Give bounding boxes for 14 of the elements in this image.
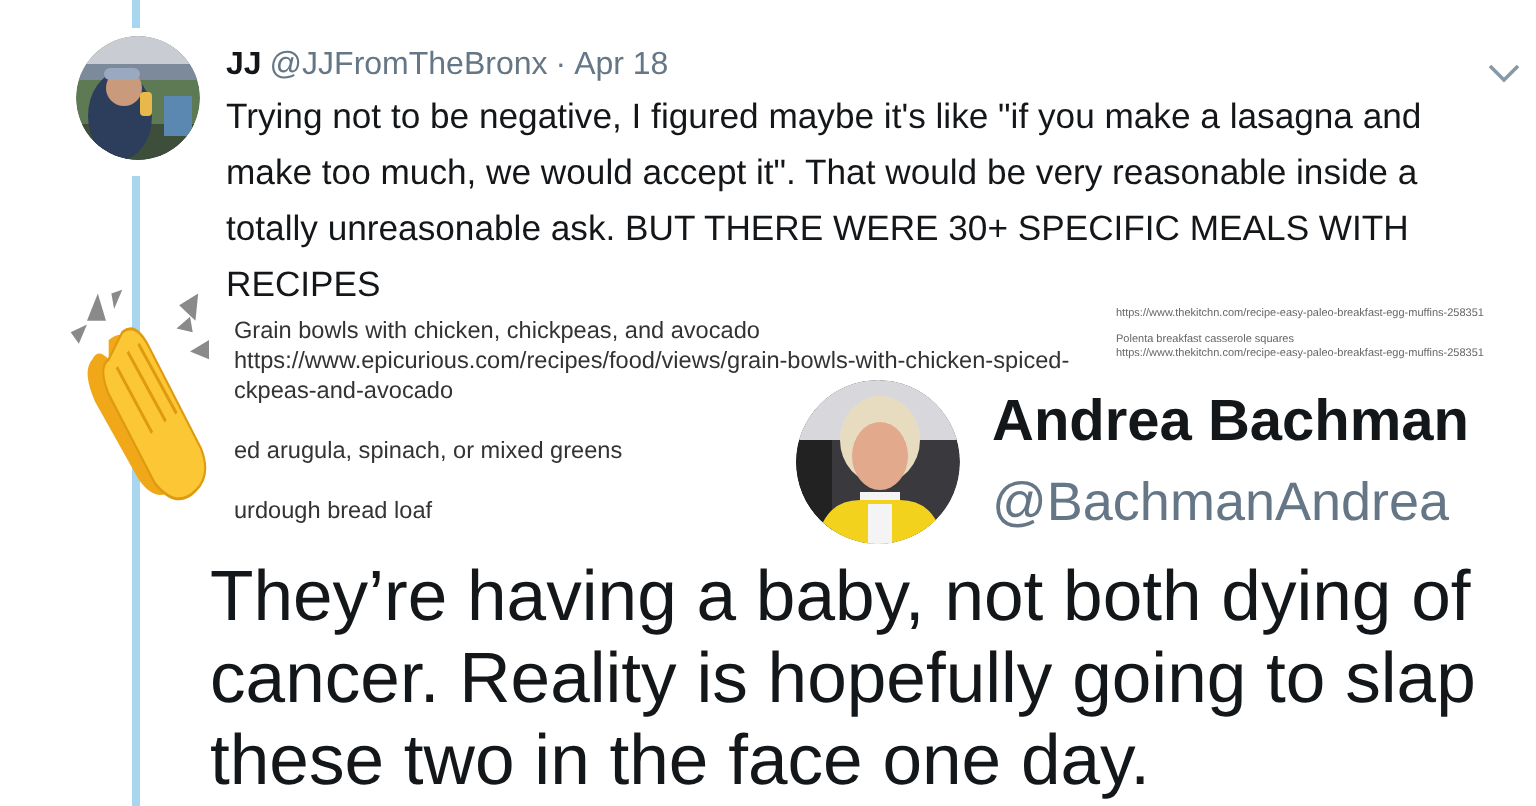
tweet-text: They’re having a baby, not both dying of cancer. Reality is hopefully going to slap these two in the face one day. [210,556,1478,802]
document-line: https://www.epicurious.com/recipes/food/views/grain-bowls-with-chicken-spiced- [234,346,1070,376]
author-name: Andrea Bachman [992,390,1470,456]
author-handle[interactable]: @JJFromTheBronx [269,48,548,84]
separator-dot: · [555,48,567,84]
chevron-down-icon[interactable] [1488,64,1520,84]
document-line: Grain bowls with chicken, chickpeas, and avocado [234,316,760,346]
tweet-date[interactable]: Apr 18 [574,48,669,84]
tweet-text: Trying not to be negative, I figured maybe it's like "if you make a lasagna and make too much, we would accept it". That would be very reasonable inside a totally unreasonable ask. BUT THERE WERE 30+ SPECIFIC MEALS WITH RECIPES [226,94,1424,308]
document-line: ed arugula, spinach, or mixed greens [234,436,623,466]
document-line: urdough bread loaf [234,496,433,526]
author-handle[interactable]: @BachmanAndrea [992,472,1470,534]
document-line: ckpeas-and-avocado [234,376,454,406]
author-name: JJ [226,48,262,84]
